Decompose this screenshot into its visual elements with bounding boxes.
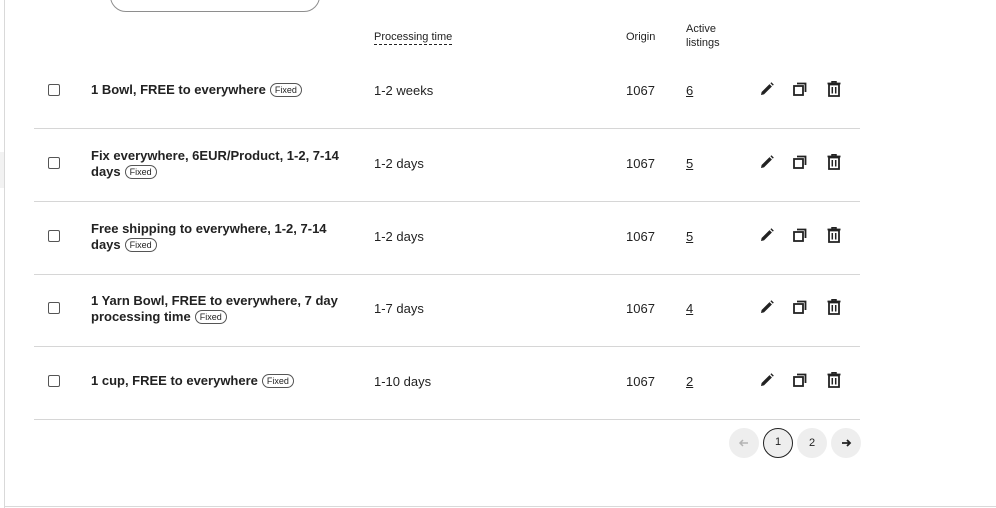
arrow-left-icon[interactable]: [729, 428, 759, 458]
row-checkbox[interactable]: [48, 157, 60, 169]
header-active-listings: Active listings: [686, 23, 720, 49]
trash-icon[interactable]: [824, 225, 844, 245]
origin-value: 1067: [626, 229, 655, 244]
panel-bottom-border: [4, 506, 996, 507]
active-listings-link[interactable]: 6: [686, 83, 693, 98]
header-origin: Origin: [626, 31, 656, 43]
processing-time-value: 1-2 days: [374, 156, 424, 171]
copy-icon[interactable]: [790, 297, 810, 317]
origin-value: 1067: [626, 83, 655, 98]
profile-name[interactable]: 1 cup, FREE to everywhere: [91, 373, 258, 388]
pencil-icon[interactable]: [757, 370, 777, 390]
active-listings-link[interactable]: 5: [686, 229, 693, 244]
table-row: Fix everywhere, 6EUR/Product, 1-2, 7-14 …: [34, 128, 860, 202]
profile-name[interactable]: 1 Bowl, FREE to everywhere: [91, 82, 266, 97]
page-2-button[interactable]: 2: [797, 428, 827, 458]
profile-name-cell: 1 Yarn Bowl, FREE to everywhere, 7 day p…: [91, 293, 351, 325]
page-1-button[interactable]: 1: [763, 428, 793, 458]
trash-icon[interactable]: [824, 79, 844, 99]
panel-left-border: [4, 0, 5, 508]
table-row: 1 cup, FREE to everywhere Fixed 1-10 days…: [34, 346, 860, 420]
fixed-badge: Fixed: [124, 238, 157, 252]
copy-icon[interactable]: [790, 370, 810, 390]
row-checkbox[interactable]: [48, 375, 60, 387]
pencil-icon[interactable]: [757, 225, 777, 245]
row-checkbox[interactable]: [48, 84, 60, 96]
fixed-badge: Fixed: [194, 310, 227, 324]
processing-time-value: 1-2 days: [374, 229, 424, 244]
processing-time-value: 1-2 weeks: [374, 83, 434, 98]
fixed-badge: Fixed: [261, 374, 294, 388]
pencil-icon[interactable]: [757, 297, 777, 317]
table-row: Free shipping to everywhere, 1-2, 7-14 d…: [34, 201, 860, 275]
profile-name-cell: 1 Bowl, FREE to everywhere Fixed: [91, 82, 351, 98]
origin-value: 1067: [626, 156, 655, 171]
copy-icon[interactable]: [790, 79, 810, 99]
trash-icon[interactable]: [824, 297, 844, 317]
copy-icon[interactable]: [790, 225, 810, 245]
row-checkbox[interactable]: [48, 230, 60, 242]
arrow-right-icon[interactable]: [831, 428, 861, 458]
processing-time-value: 1-7 days: [374, 301, 424, 316]
profile-name-cell: Fix everywhere, 6EUR/Product, 1-2, 7-14 …: [91, 148, 351, 180]
active-listings-link[interactable]: 2: [686, 374, 693, 389]
profile-name-cell: 1 cup, FREE to everywhere Fixed: [91, 373, 351, 389]
pencil-icon[interactable]: [757, 152, 777, 172]
origin-value: 1067: [626, 374, 655, 389]
trash-icon[interactable]: [824, 370, 844, 390]
left-panel-edge: [0, 152, 4, 188]
fixed-badge: Fixed: [269, 83, 302, 97]
fixed-badge: Fixed: [124, 165, 157, 179]
pencil-icon[interactable]: [757, 79, 777, 99]
active-listings-link[interactable]: 5: [686, 156, 693, 171]
origin-value: 1067: [626, 301, 655, 316]
search-input[interactable]: [110, 0, 320, 12]
profile-name-cell: Free shipping to everywhere, 1-2, 7-14 d…: [91, 221, 351, 253]
table-row: 1 Yarn Bowl, FREE to everywhere, 7 day p…: [34, 273, 860, 347]
row-checkbox[interactable]: [48, 302, 60, 314]
copy-icon[interactable]: [790, 152, 810, 172]
active-listings-link[interactable]: 4: [686, 301, 693, 316]
processing-time-value: 1-10 days: [374, 374, 432, 389]
trash-icon[interactable]: [824, 152, 844, 172]
header-processing-time[interactable]: Processing time: [374, 30, 453, 45]
table-row: 1 Bowl, FREE to everywhere Fixed 1-2 week…: [34, 55, 860, 129]
